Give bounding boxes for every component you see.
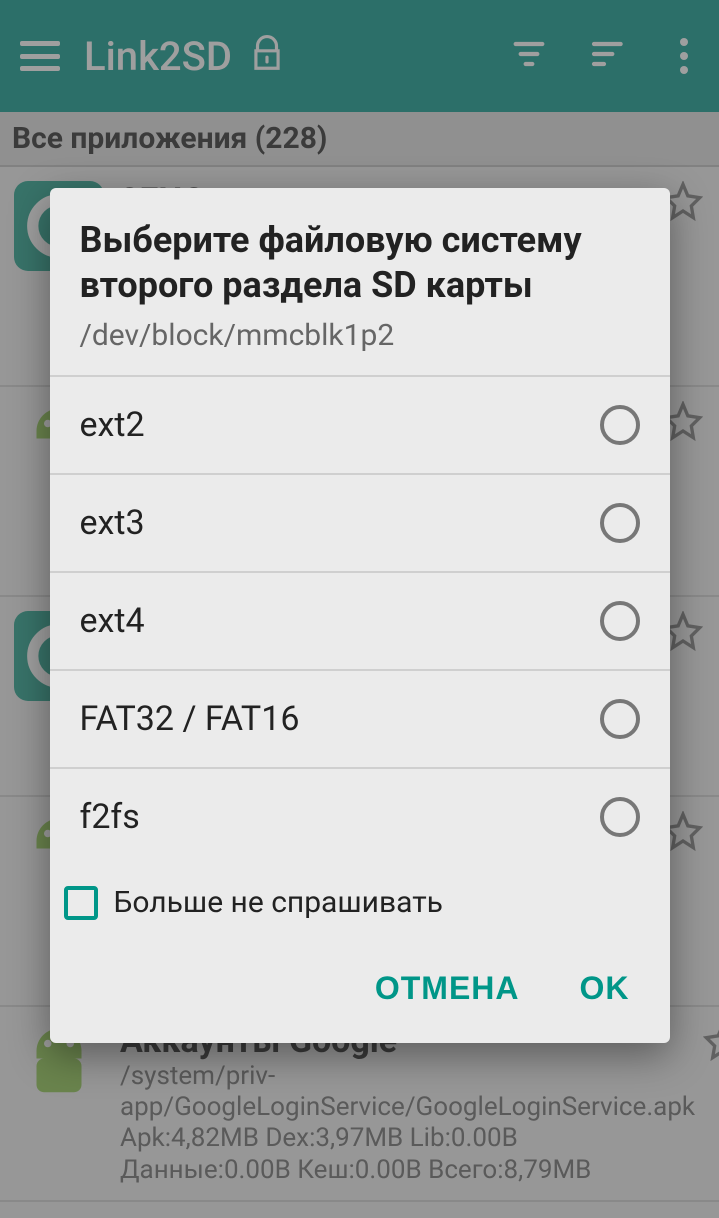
fs-option-f2fs[interactable]: f2fs <box>50 769 670 865</box>
dialog-subtitle: /dev/block/mmcblk1p2 <box>80 318 640 353</box>
radio-icon <box>600 699 640 739</box>
option-label: ext2 <box>80 405 145 445</box>
radio-icon <box>600 601 640 641</box>
dont-ask-label: Больше не спрашивать <box>114 885 443 920</box>
dialog-scrim[interactable]: Выберите файловую систему второго раздел… <box>0 0 719 1218</box>
dialog-header: Выберите файловую систему второго раздел… <box>50 188 670 377</box>
dont-ask-row[interactable]: Больше не спрашивать <box>50 865 670 930</box>
dialog-actions: ОТМЕНА OK <box>50 930 670 1043</box>
ok-button[interactable]: OK <box>580 970 630 1007</box>
fs-option-ext2[interactable]: ext2 <box>50 377 670 475</box>
fs-option-fat[interactable]: FAT32 / FAT16 <box>50 671 670 769</box>
option-label: f2fs <box>80 797 140 837</box>
radio-icon <box>600 405 640 445</box>
option-label: ext4 <box>80 601 145 641</box>
radio-icon <box>600 503 640 543</box>
fs-option-ext3[interactable]: ext3 <box>50 475 670 573</box>
filesystem-dialog: Выберите файловую систему второго раздел… <box>50 188 670 1043</box>
option-label: ext3 <box>80 503 145 543</box>
option-label: FAT32 / FAT16 <box>80 699 300 739</box>
cancel-button[interactable]: ОТМЕНА <box>375 970 520 1007</box>
radio-icon <box>600 797 640 837</box>
checkbox-icon <box>64 886 98 920</box>
dialog-title: Выберите файловую систему второго раздел… <box>80 218 640 308</box>
fs-option-ext4[interactable]: ext4 <box>50 573 670 671</box>
